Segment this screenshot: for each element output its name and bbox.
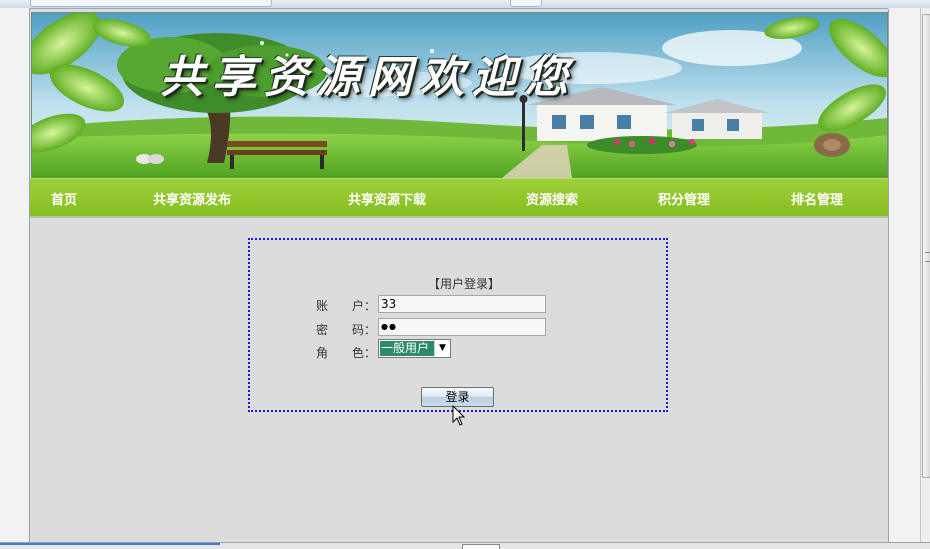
- login-panel: 【用户登录】 账 户： 33 密 码： ●● 角 色： 一般用户 ▼ 登录: [248, 238, 668, 412]
- role-selected-value: 一般用户: [380, 341, 434, 356]
- browser-tab[interactable]: [30, 0, 272, 7]
- account-label: 账 户：: [316, 299, 377, 313]
- scrollbar-grip-icon: [925, 252, 930, 262]
- progress-line: [0, 543, 220, 545]
- status-tab[interactable]: [462, 544, 500, 549]
- chevron-down-icon[interactable]: ▼: [434, 340, 450, 357]
- main-navigation: 首页 共享资源发布 共享资源下载 资源搜索 积分管理 排名管理: [30, 178, 888, 217]
- nav-divider: [30, 216, 888, 218]
- browser-tab[interactable]: [510, 0, 542, 7]
- password-label: 密 码：: [316, 323, 377, 337]
- browser-viewport: 共享资源网欢迎您 首页 共享资源发布 共享资源下载 资源搜索 积分管理 排名管理…: [0, 0, 930, 549]
- web-page: 共享资源网欢迎您 首页 共享资源发布 共享资源下载 资源搜索 积分管理 排名管理…: [29, 9, 889, 549]
- vertical-scrollbar[interactable]: [920, 8, 930, 544]
- left-gutter: [0, 8, 29, 549]
- right-gutter: [888, 8, 920, 549]
- nav-item-publish[interactable]: 共享资源发布: [153, 189, 231, 208]
- role-label: 角 色：: [316, 346, 377, 360]
- mouse-pointer-icon: [452, 405, 466, 426]
- role-select[interactable]: 一般用户 ▼: [378, 339, 451, 358]
- account-input[interactable]: 33: [378, 295, 546, 313]
- browser-tab-strip: [0, 0, 930, 9]
- login-title: 【用户登录】: [428, 277, 501, 291]
- nav-item-home[interactable]: 首页: [51, 189, 77, 208]
- password-input[interactable]: ●●: [378, 318, 546, 336]
- nav-item-ranking[interactable]: 排名管理: [791, 189, 843, 208]
- login-button[interactable]: 登录: [421, 387, 494, 407]
- header-banner: 共享资源网欢迎您: [31, 12, 888, 179]
- nav-item-search[interactable]: 资源搜索: [526, 189, 578, 208]
- nav-item-points[interactable]: 积分管理: [658, 189, 710, 208]
- banner-title: 共享资源网欢迎您: [160, 52, 576, 103]
- status-strip: [0, 542, 930, 549]
- nav-item-download[interactable]: 共享资源下载: [348, 189, 426, 208]
- scrollbar-thumb[interactable]: [922, 14, 930, 478]
